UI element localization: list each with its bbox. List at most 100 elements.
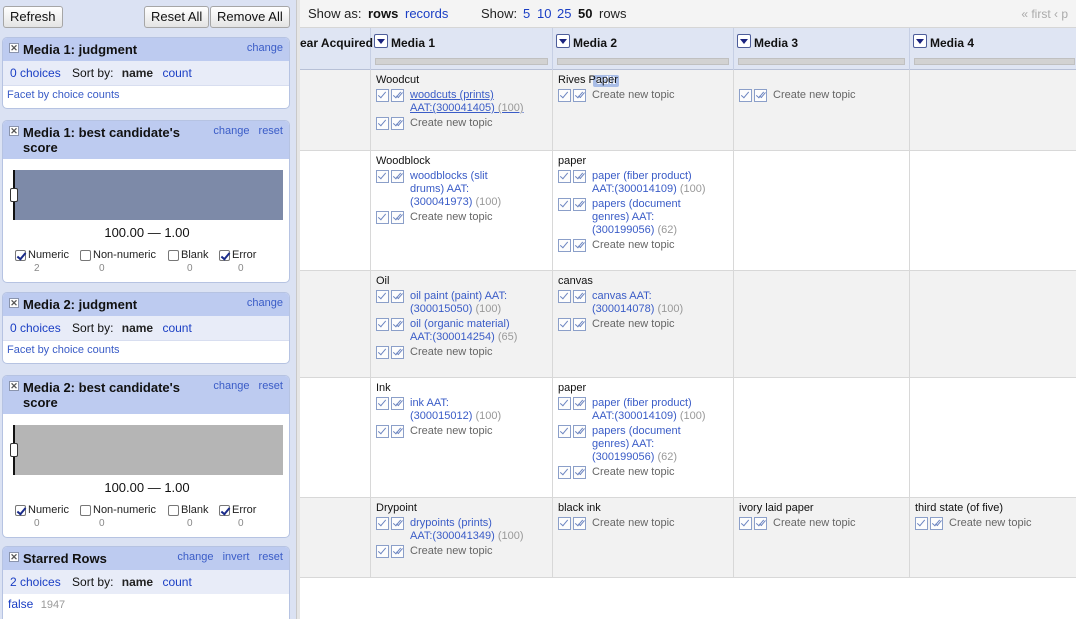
match-all-cells-icon[interactable] <box>391 290 404 303</box>
grid-cell[interactable]: Drypoint drypoints (prints) AAT:(300041349… <box>371 498 553 577</box>
create-new-topic[interactable]: Create new topic <box>376 211 546 224</box>
match-this-cell-icon[interactable] <box>558 517 571 530</box>
grid-cell[interactable]: Woodblock woodblocks (slit drums) AAT: (300… <box>371 151 553 270</box>
match-this-cell-icon[interactable] <box>915 517 928 530</box>
match-all-cells-icon[interactable] <box>391 517 404 530</box>
filter-blank-checkbox[interactable]: Blank <box>168 249 209 261</box>
match-this-cell-icon[interactable] <box>376 290 389 303</box>
reconcile-candidate[interactable]: paper (fiber product) AAT:(300014109) (10… <box>558 397 728 423</box>
reset-link[interactable]: reset <box>259 551 283 563</box>
reconcile-candidate[interactable]: canvas AAT: (300014078) (100) <box>558 290 728 316</box>
match-all-cells-icon[interactable] <box>391 425 404 438</box>
candidate-link[interactable]: paper (fiber product) AAT:(300014109) (10… <box>592 170 728 196</box>
column-header-media4[interactable]: Media 4 <box>910 28 1076 70</box>
reconcile-candidate[interactable]: paper (fiber product) AAT:(300014109) (10… <box>558 170 728 196</box>
grid-cell[interactable]: Rives Paper Create new topic <box>553 70 734 150</box>
page-size-10[interactable]: 10 <box>537 6 551 21</box>
reconcile-candidate[interactable]: woodcuts (prints) AAT:(300041405) (100) <box>376 89 546 115</box>
match-all-cells-icon[interactable] <box>573 170 586 183</box>
reconcile-candidate[interactable]: ink AAT: (300015012) (100) <box>376 397 546 423</box>
match-this-cell-icon[interactable] <box>376 318 389 331</box>
grid-cell[interactable] <box>300 378 371 497</box>
candidate-link[interactable]: paper (fiber product) AAT:(300014109) (10… <box>592 397 728 423</box>
reconcile-candidate[interactable]: woodblocks (slit drums) AAT: (300041973) (… <box>376 170 546 209</box>
match-this-cell-icon[interactable] <box>558 425 571 438</box>
create-new-topic[interactable]: Create new topic <box>376 117 546 130</box>
grid-cell[interactable]: canvas canvas AAT: (300014078) (100) Create… <box>553 271 734 377</box>
filter-non-numeric-checkbox[interactable]: Non-numeric <box>80 249 156 261</box>
candidate-link[interactable]: oil paint (paint) AAT: (300015050) (100) <box>410 290 546 316</box>
remove-all-button[interactable]: Remove All <box>210 6 290 28</box>
create-new-topic[interactable]: Create new topic <box>376 425 546 438</box>
column-header-year-acquired[interactable]: ear Acquired <box>300 28 373 70</box>
match-all-cells-icon[interactable] <box>573 239 586 252</box>
grid-cell[interactable]: paper paper (fiber product) AAT:(300014109… <box>553 151 734 270</box>
column-header-media2[interactable]: Media 2 <box>553 28 734 70</box>
match-this-cell-icon[interactable] <box>376 517 389 530</box>
create-new-topic[interactable]: Create new topic <box>558 517 728 530</box>
match-this-cell-icon[interactable] <box>558 198 571 211</box>
match-all-cells-icon[interactable] <box>573 517 586 530</box>
create-new-topic[interactable]: Create new topic <box>915 517 1076 530</box>
grid-cell[interactable]: black ink Create new topic <box>553 498 734 577</box>
match-all-cells-icon[interactable] <box>391 170 404 183</box>
page-size-50[interactable]: 50 <box>578 6 592 21</box>
close-icon[interactable]: ✕ <box>9 552 19 562</box>
sort-count-option[interactable]: count <box>162 66 191 80</box>
grid-cell[interactable] <box>910 151 1076 270</box>
match-this-cell-icon[interactable] <box>376 117 389 130</box>
page-size-25[interactable]: 25 <box>557 6 571 21</box>
create-new-topic[interactable]: Create new topic <box>558 239 728 252</box>
grid-cell[interactable] <box>300 271 371 377</box>
choices-link[interactable]: 0 choices <box>10 66 61 80</box>
choices-link[interactable]: 2 choices <box>10 575 61 589</box>
grid-cell[interactable] <box>734 271 910 377</box>
candidate-link[interactable]: oil (organic material) AAT:(300014254) (6… <box>410 318 546 344</box>
sort-name-option[interactable]: name <box>122 575 153 589</box>
grid-cell[interactable] <box>300 70 371 150</box>
reset-link[interactable]: reset <box>259 125 283 137</box>
column-menu-icon[interactable] <box>374 34 388 48</box>
reconcile-candidate[interactable]: drypoints (prints) AAT:(300041349) (100) <box>376 517 546 543</box>
create-new-topic[interactable]: Create new topic <box>739 517 909 530</box>
match-this-cell-icon[interactable] <box>558 318 571 331</box>
match-all-cells-icon[interactable] <box>573 198 586 211</box>
match-this-cell-icon[interactable] <box>739 517 752 530</box>
grid-cell[interactable] <box>300 151 371 270</box>
filter-error-checkbox[interactable]: Error <box>219 249 256 261</box>
column-menu-icon[interactable] <box>737 34 751 48</box>
checkbox-icon[interactable] <box>168 249 179 261</box>
rows-mode[interactable]: rows <box>368 6 398 21</box>
match-this-cell-icon[interactable] <box>558 239 571 252</box>
sort-count-option[interactable]: count <box>162 575 191 589</box>
match-all-cells-icon[interactable] <box>754 517 767 530</box>
candidate-link[interactable]: papers (document genres) AAT: (300199056) … <box>592 425 728 464</box>
match-this-cell-icon[interactable] <box>739 89 752 102</box>
match-all-cells-icon[interactable] <box>573 89 586 102</box>
match-all-cells-icon[interactable] <box>391 397 404 410</box>
match-all-cells-icon[interactable] <box>930 517 943 530</box>
range-slider-handle[interactable] <box>10 170 18 220</box>
reset-link[interactable]: reset <box>259 380 283 392</box>
match-all-cells-icon[interactable] <box>391 545 404 558</box>
checkbox-icon[interactable] <box>219 504 230 516</box>
match-this-cell-icon[interactable] <box>558 466 571 479</box>
grid-cell[interactable] <box>300 498 371 577</box>
match-this-cell-icon[interactable] <box>376 170 389 183</box>
checkbox-icon[interactable] <box>219 249 230 261</box>
checkbox-icon[interactable] <box>15 249 26 261</box>
reconcile-candidate[interactable]: papers (document genres) AAT: (300199056) … <box>558 425 728 464</box>
filter-numeric-checkbox[interactable]: Numeric <box>15 249 69 261</box>
grid-cell[interactable]: Oil oil paint (paint) AAT: (300015050) (10… <box>371 271 553 377</box>
close-icon[interactable]: ✕ <box>9 381 19 391</box>
column-header-media1[interactable]: Media 1 <box>371 28 553 70</box>
create-new-topic[interactable]: Create new topic <box>376 545 546 558</box>
choices-link[interactable]: 0 choices <box>10 321 61 335</box>
create-new-topic[interactable]: Create new topic <box>558 89 728 102</box>
grid-cell[interactable] <box>910 271 1076 377</box>
grid-cell[interactable]: Ink ink AAT: (300015012) (100) Create new t… <box>371 378 553 497</box>
reconcile-candidate[interactable]: oil paint (paint) AAT: (300015050) (100) <box>376 290 546 316</box>
facet-by-choice-counts-link[interactable]: Facet by choice counts <box>3 340 289 359</box>
create-new-topic[interactable]: Create new topic <box>558 318 728 331</box>
close-icon[interactable]: ✕ <box>9 126 19 136</box>
